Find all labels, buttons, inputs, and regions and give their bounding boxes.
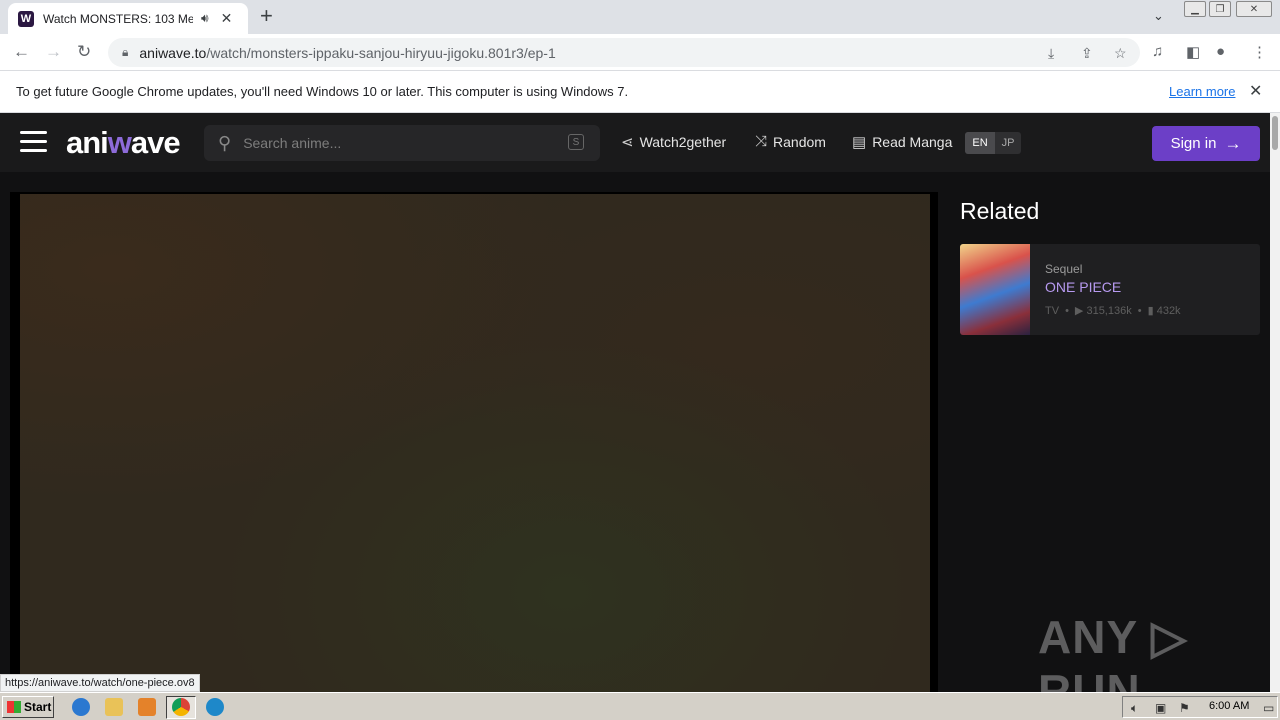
network-icon[interactable]: ▣ <box>1155 701 1166 715</box>
browser-tab[interactable]: W Watch MONSTERS: 103 Mercies Dragon Dam… <box>8 3 248 34</box>
format-label: TV <box>1045 304 1060 317</box>
tab-close-icon[interactable]: ✕ <box>221 10 233 27</box>
audio-playing-icon[interactable]: 🔊︎ <box>201 11 209 26</box>
taskbar-clock[interactable]: 6:00 AM <box>1209 700 1249 712</box>
nav-label: Read Manga <box>872 134 953 150</box>
search-box: ⚲ S <box>204 125 600 161</box>
infobar-close-icon[interactable]: ✕ <box>1249 81 1262 101</box>
tab-strip: W Watch MONSTERS: 103 Mercies Dragon Dam… <box>0 0 1280 34</box>
nav-watch2gether[interactable]: ⋖ Watch2gether <box>621 133 726 151</box>
logo-part: w <box>107 125 132 160</box>
start-button[interactable]: Start <box>2 696 54 718</box>
logo-part: ave <box>130 125 181 160</box>
windows-taskbar: Start 🔈︎ ▣ ⚑ ▭ 6:00 AM <box>0 692 1280 720</box>
install-app-icon[interactable]: ⤓ <box>1048 45 1054 62</box>
edge-icon[interactable] <box>206 698 224 716</box>
back-arrow-icon[interactable]: ← <box>13 42 30 62</box>
bookmarks-count: 432k <box>1156 304 1181 317</box>
video-player[interactable] <box>20 194 930 692</box>
related-meta: TV • ▶ 315,136k • ▮ 432k <box>1045 304 1181 318</box>
nav-read-manga[interactable]: ▤ Read Manga <box>852 133 952 151</box>
profile-avatar-icon[interactable]: ● <box>1216 43 1225 60</box>
views-count: 315,136k <box>1086 304 1132 317</box>
minimize-button[interactable]: ▁ <box>1184 1 1206 17</box>
separator-dot: • <box>1065 304 1069 317</box>
search-shortcut-badge: S <box>568 134 584 150</box>
show-desktop-icon[interactable]: ▭ <box>1263 701 1274 715</box>
language-toggle: EN JP <box>965 132 1021 154</box>
page-scrollbar[interactable] <box>1270 113 1280 692</box>
chrome-menu-icon[interactable]: ⋮ <box>1252 43 1267 61</box>
media-controls-icon[interactable]: ♫ <box>1152 43 1163 60</box>
scrollbar-thumb[interactable] <box>1272 116 1278 150</box>
new-tab-button[interactable]: + <box>260 5 273 27</box>
logo-part: ani <box>66 125 109 160</box>
side-panel-icon[interactable]: ◧ <box>1186 43 1200 61</box>
search-input[interactable] <box>243 135 544 151</box>
relation-type: Sequel <box>1045 262 1083 276</box>
forward-arrow-icon[interactable]: → <box>45 42 62 62</box>
restore-button[interactable]: ❐ <box>1209 1 1231 17</box>
arrow-right-icon: → <box>1224 133 1242 153</box>
separator-dot: • <box>1137 304 1142 317</box>
bookmark-icon: ▮ <box>1147 305 1154 317</box>
tab-search-chevron-icon[interactable]: ⌄ <box>1153 8 1164 24</box>
lock-icon[interactable]: 🔒︎ <box>122 45 128 60</box>
site-header: aniwave ⚲ S ⋖ Watch2gether ⤨ Random ▤ Read … <box>0 113 1270 172</box>
poster-image[interactable] <box>960 244 1030 335</box>
related-heading: Related <box>960 198 1040 224</box>
sign-in-button[interactable]: Sign in → <box>1152 126 1260 161</box>
related-item-card[interactable]: Sequel ONE PIECE TV • ▶ 315,136k • ▮ 432… <box>960 244 1260 335</box>
nav-label: Watch2gether <box>639 134 727 150</box>
nav-label: Random <box>773 133 826 150</box>
search-icon[interactable]: ⚲ <box>218 133 231 154</box>
nav-random[interactable]: ⤨ Random <box>755 133 826 150</box>
infobar-message: To get future Google Chrome updates, you… <box>16 84 629 99</box>
link-status-bubble: https://aniwave.to/watch/one-piece.ov8 <box>0 674 200 692</box>
system-tray: 🔈︎ ▣ ⚑ ▭ <box>1122 696 1278 718</box>
share-icon[interactable]: ⇪ <box>1081 45 1093 62</box>
media-player-icon[interactable] <box>138 698 156 716</box>
browser-toolbar: ← → ↻ 🔒︎ aniwave.to/watch/monsters-ippak… <box>0 34 1280 71</box>
lang-en-option[interactable]: EN <box>965 132 995 154</box>
window-close-button[interactable]: ✕ <box>1236 1 1272 17</box>
site-favicon-icon: W <box>18 10 34 27</box>
action-center-flag-icon[interactable]: ⚑ <box>1179 701 1190 715</box>
play-icon: ▶ <box>1074 305 1084 317</box>
url-host: aniwave.to <box>139 44 207 61</box>
reload-icon[interactable]: ↻ <box>77 42 91 62</box>
sign-in-label: Sign in <box>1170 135 1217 152</box>
related-title-link[interactable]: ONE PIECE <box>1045 279 1121 295</box>
shuffle-icon: ⤨ <box>755 133 768 150</box>
address-bar[interactable]: 🔒︎ aniwave.to/watch/monsters-ippaku-sanj… <box>108 38 1140 67</box>
share-nodes-icon: ⋖ <box>621 134 634 151</box>
bookmark-star-icon[interactable]: ☆ <box>1114 45 1127 62</box>
menu-hamburger-icon[interactable] <box>20 131 47 153</box>
learn-more-link[interactable]: Learn more <box>1169 84 1235 99</box>
ie-icon[interactable] <box>72 698 90 716</box>
windows-logo-icon <box>7 701 21 713</box>
lang-jp-option[interactable]: JP <box>995 132 1021 154</box>
book-icon: ▤ <box>852 134 867 151</box>
url-path: /watch/monsters-ippaku-sanjou-hiryuu-jig… <box>206 44 556 61</box>
update-infobar: To get future Google Chrome updates, you… <box>0 71 1280 113</box>
explorer-icon[interactable] <box>105 698 123 716</box>
chrome-icon <box>172 698 190 716</box>
aniwave-logo[interactable]: aniwave <box>66 125 181 161</box>
volume-icon[interactable]: 🔈︎ <box>1131 701 1138 716</box>
start-label: Start <box>24 700 52 714</box>
tab-title: Watch MONSTERS: 103 Mercies Dragon Damna… <box>43 11 193 26</box>
